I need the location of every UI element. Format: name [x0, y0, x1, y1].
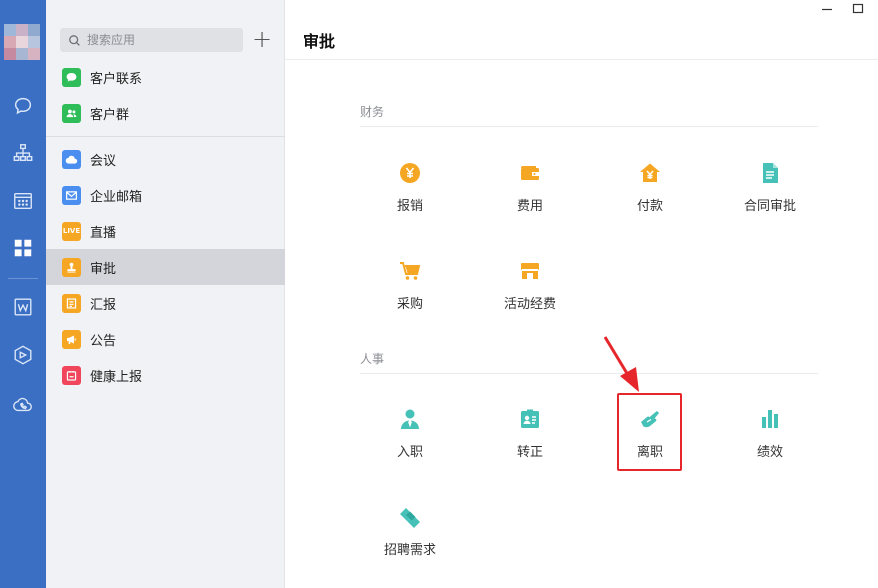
search-box[interactable]: [60, 28, 243, 52]
sidebar-item-live[interactable]: LIVE 直播: [46, 213, 285, 249]
app-reimbursement[interactable]: 报销: [365, 160, 455, 230]
handshake-icon: [397, 504, 423, 530]
section-finance-label: 财务: [360, 105, 385, 119]
health-report-icon: [62, 365, 81, 385]
section-divider: [360, 373, 818, 374]
app-regularization[interactable]: 转正: [485, 406, 575, 476]
app-label: 绩效: [756, 445, 783, 460]
page-title: 审批: [303, 32, 336, 51]
sidebar-item-label: 健康上报: [90, 369, 143, 385]
search-input[interactable]: [87, 33, 227, 47]
chat-bubble-icon: [62, 67, 81, 87]
sidebar-item-label: 汇报: [90, 297, 117, 313]
avatar[interactable]: [4, 24, 42, 62]
report-icon: [62, 293, 81, 313]
cloud-phone-icon[interactable]: [9, 390, 37, 418]
rail-divider: [8, 278, 38, 279]
sidebar-item-approval[interactable]: 审批: [46, 249, 285, 285]
shopping-cart-icon: [397, 258, 423, 284]
house-yuan-icon: [637, 160, 663, 186]
app-sidebar: + 客户联系 客户群 会议 企业邮箱 LIVE 直播 审批: [46, 0, 285, 588]
group-icon: [62, 103, 81, 123]
sidebar-item-label: 公告: [90, 333, 117, 349]
app-label: 离职: [636, 445, 663, 460]
annotation-arrow-icon: [603, 336, 639, 392]
sidebar-item-label: 直播: [90, 225, 117, 241]
cloud-meeting-icon: [62, 149, 81, 169]
sidebar-item-label: 企业邮箱: [90, 189, 143, 205]
app-label: 采购: [396, 297, 423, 312]
app-label: 付款: [636, 199, 663, 214]
sidebar-item-customer-contact[interactable]: 客户联系: [46, 59, 285, 95]
app-expense[interactable]: 费用: [485, 160, 575, 230]
app-activity-fund[interactable]: 活动经费: [485, 258, 575, 328]
hand-wave-icon: [637, 406, 663, 432]
contract-doc-icon: [757, 160, 783, 186]
org-chart-icon[interactable]: [9, 139, 37, 167]
sidebar-item-label: 会议: [90, 153, 117, 169]
doc-w-icon[interactable]: [9, 293, 37, 321]
sidebar-item-customer-group[interactable]: 客户群: [46, 95, 285, 131]
app-contract-approval[interactable]: 合同审批: [725, 160, 815, 230]
sidebar-item-report[interactable]: 汇报: [46, 285, 285, 321]
store-icon: [517, 258, 543, 284]
sidebar-item-announcement[interactable]: 公告: [46, 321, 285, 357]
app-purchase[interactable]: 采购: [365, 258, 455, 328]
mail-icon: [62, 185, 81, 205]
app-onboarding[interactable]: 入职: [365, 406, 455, 476]
main-panel: 审批 财务 报销 费用 付款 合同审批 采购 活动经费 人事 入职 转正 离职 …: [285, 0, 878, 588]
cube-icon[interactable]: [9, 341, 37, 369]
badge-clipboard-icon: [517, 406, 543, 432]
header: 审批: [285, 0, 878, 60]
calendar-icon[interactable]: [9, 187, 37, 215]
megaphone-icon: [62, 329, 81, 349]
apps-grid-icon[interactable]: [9, 234, 37, 262]
sidebar-item-label: 客户群: [90, 107, 130, 123]
app-label: 费用: [516, 199, 543, 214]
app-label: 活动经费: [503, 297, 556, 312]
search-icon: [69, 34, 80, 46]
bar-chart-icon: [757, 406, 783, 432]
sidebar-item-label: 审批: [90, 261, 117, 277]
yuan-coin-icon: [397, 160, 423, 186]
stamp-icon: [62, 257, 81, 277]
maximize-icon[interactable]: [852, 3, 864, 15]
wallet-icon: [517, 160, 543, 186]
add-app-button[interactable]: +: [252, 27, 272, 51]
app-label: 入职: [396, 445, 423, 460]
app-resignation[interactable]: 离职: [605, 406, 695, 476]
live-icon: LIVE: [62, 221, 81, 241]
app-performance[interactable]: 绩效: [725, 406, 815, 476]
app-recruitment-request[interactable]: 招聘需求: [365, 504, 455, 574]
app-label: 报销: [396, 199, 423, 214]
app-label: 合同审批: [743, 199, 796, 214]
sidebar-divider: [46, 136, 285, 137]
person-tie-icon: [397, 406, 423, 432]
minimize-icon[interactable]: [821, 3, 833, 15]
app-label: 招聘需求: [383, 543, 436, 558]
app-label: 转正: [516, 445, 543, 460]
sidebar-item-health-report[interactable]: 健康上报: [46, 357, 285, 393]
sidebar-item-meeting[interactable]: 会议: [46, 141, 285, 177]
chat-icon[interactable]: [9, 92, 37, 120]
sidebar-item-mail[interactable]: 企业邮箱: [46, 177, 285, 213]
section-hr-label: 人事: [360, 352, 385, 366]
app-payment[interactable]: 付款: [605, 160, 695, 230]
live-icon-text: LIVE: [62, 227, 81, 235]
nav-rail: [0, 0, 46, 588]
sidebar-item-label: 客户联系: [90, 71, 143, 87]
section-divider: [360, 126, 818, 127]
